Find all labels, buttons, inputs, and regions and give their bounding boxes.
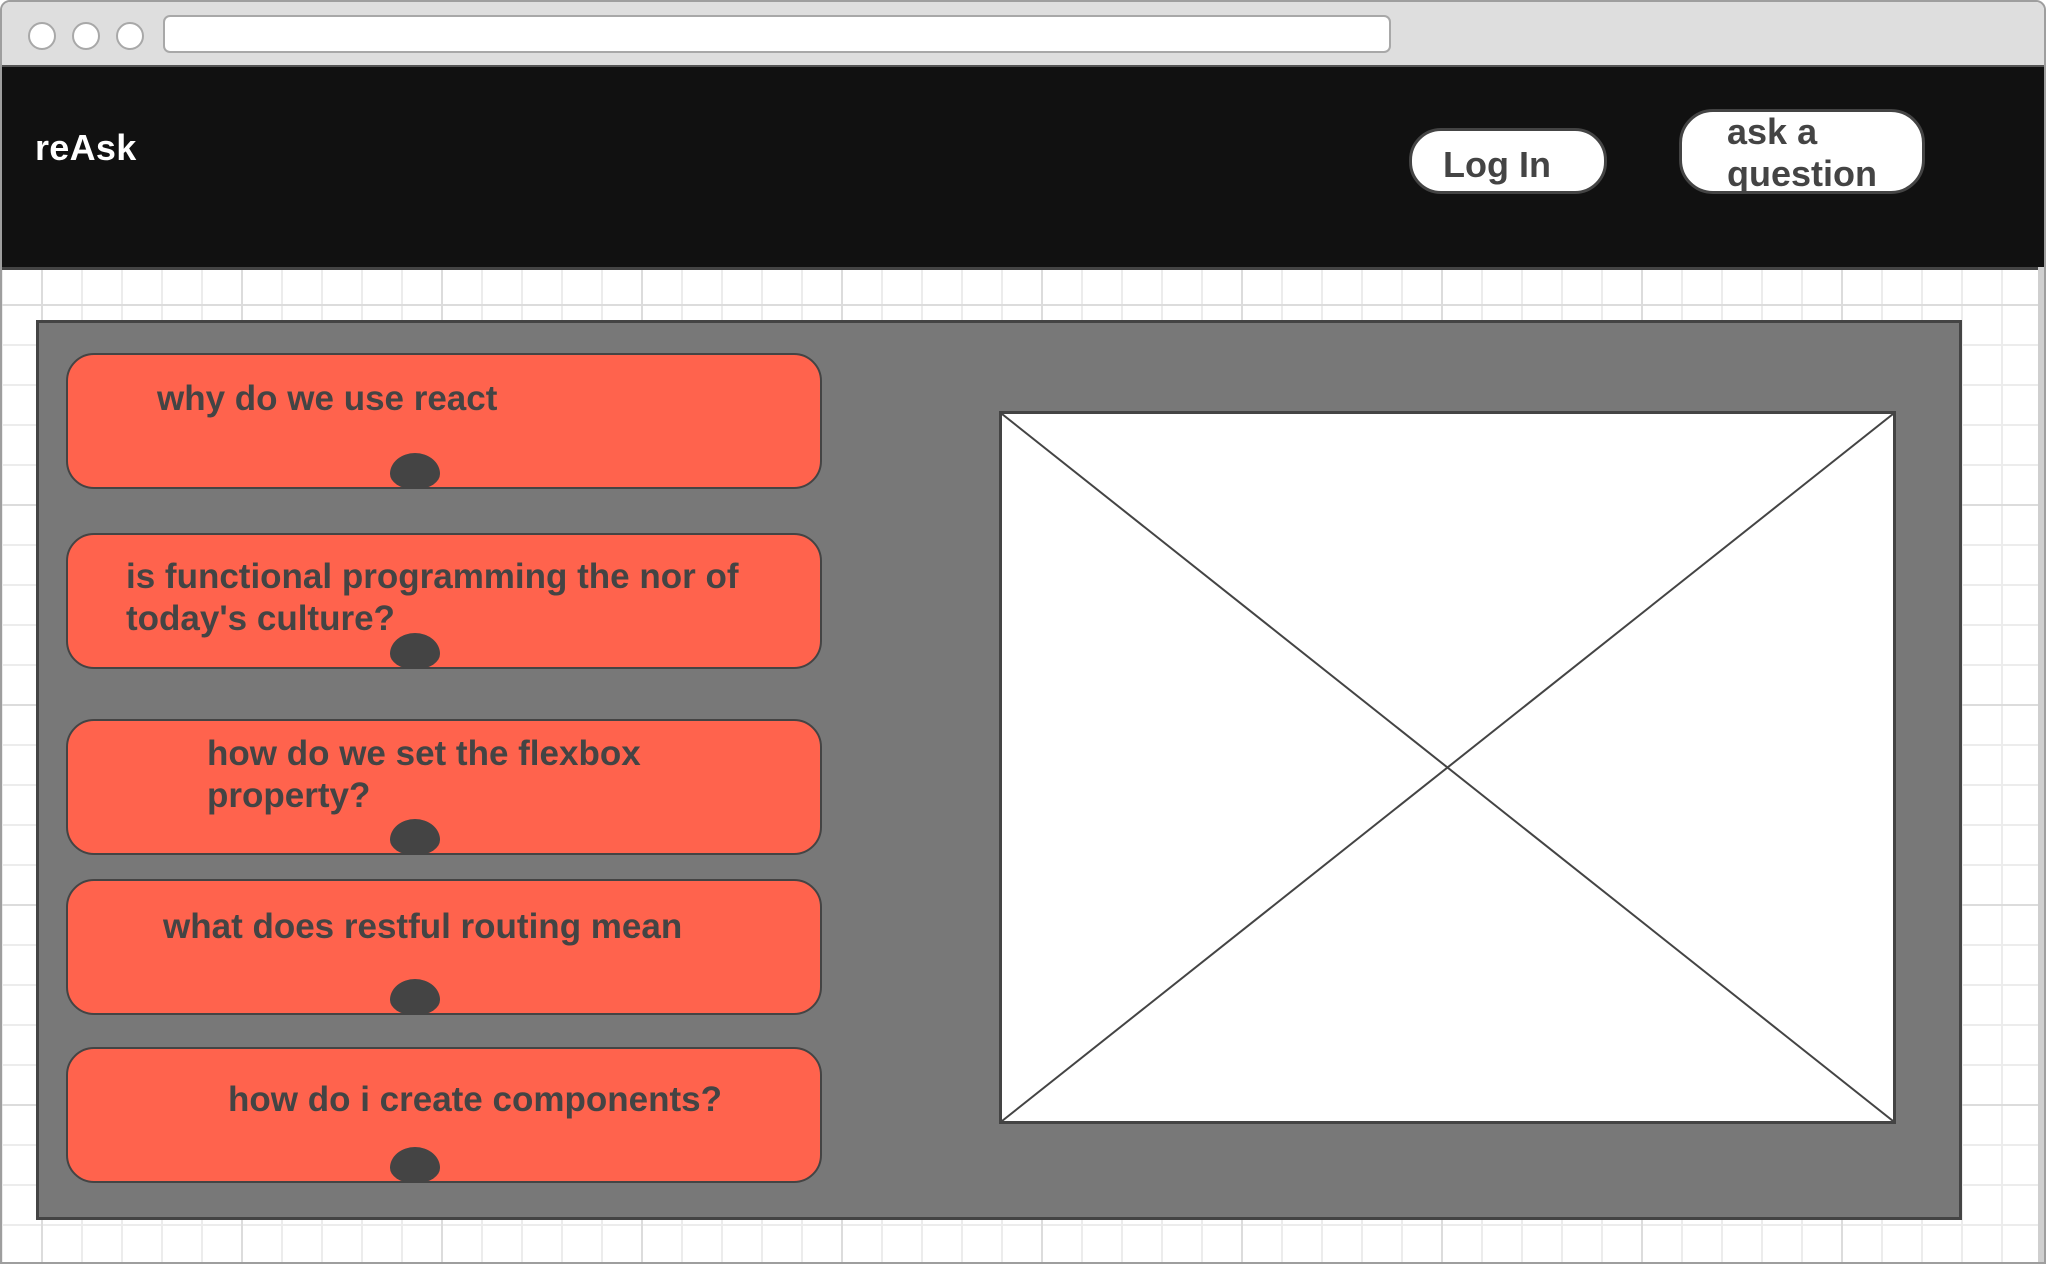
main-panel: why do we use react is functional progra… — [36, 320, 1962, 1220]
question-card[interactable]: how do we set the flexbox property? — [66, 719, 822, 855]
question-text: what does restful routing mean — [163, 907, 683, 946]
browser-window: reAsk Log In ask a question why do we us… — [0, 0, 2046, 1264]
login-button[interactable]: Log In — [1409, 128, 1607, 194]
browser-titlebar — [2, 2, 2044, 67]
question-card[interactable]: is functional programming the nor of tod… — [66, 533, 822, 669]
question-card[interactable]: why do we use react — [66, 353, 822, 489]
question-text: why do we use react — [157, 379, 498, 418]
expand-dot-icon[interactable] — [390, 453, 440, 489]
site-header: reAsk Log In ask a question — [2, 67, 2044, 270]
scrollbar[interactable] — [2038, 267, 2044, 1262]
image-placeholder — [999, 411, 1896, 1124]
window-maximize-button[interactable] — [116, 22, 144, 50]
ask-question-button[interactable]: ask a question — [1679, 109, 1925, 194]
expand-dot-icon[interactable] — [390, 979, 440, 1015]
question-card[interactable]: what does restful routing mean — [66, 879, 822, 1015]
question-card[interactable]: how do i create components? — [66, 1047, 822, 1183]
expand-dot-icon[interactable] — [390, 819, 440, 855]
question-text: how do i create components? — [228, 1080, 722, 1119]
image-placeholder-x-icon — [1002, 414, 1893, 1121]
brand-logo[interactable]: reAsk — [35, 127, 137, 169]
ask-question-button-label: ask a question — [1727, 111, 1877, 194]
window-close-button[interactable] — [28, 22, 56, 50]
question-text: how do we set the flexbox property? — [207, 734, 641, 815]
login-button-label: Log In — [1443, 144, 1551, 185]
expand-dot-icon[interactable] — [390, 1147, 440, 1183]
question-text: is functional programming the nor of tod… — [126, 557, 739, 638]
expand-dot-icon[interactable] — [390, 633, 440, 669]
window-minimize-button[interactable] — [72, 22, 100, 50]
address-bar[interactable] — [163, 15, 1391, 53]
